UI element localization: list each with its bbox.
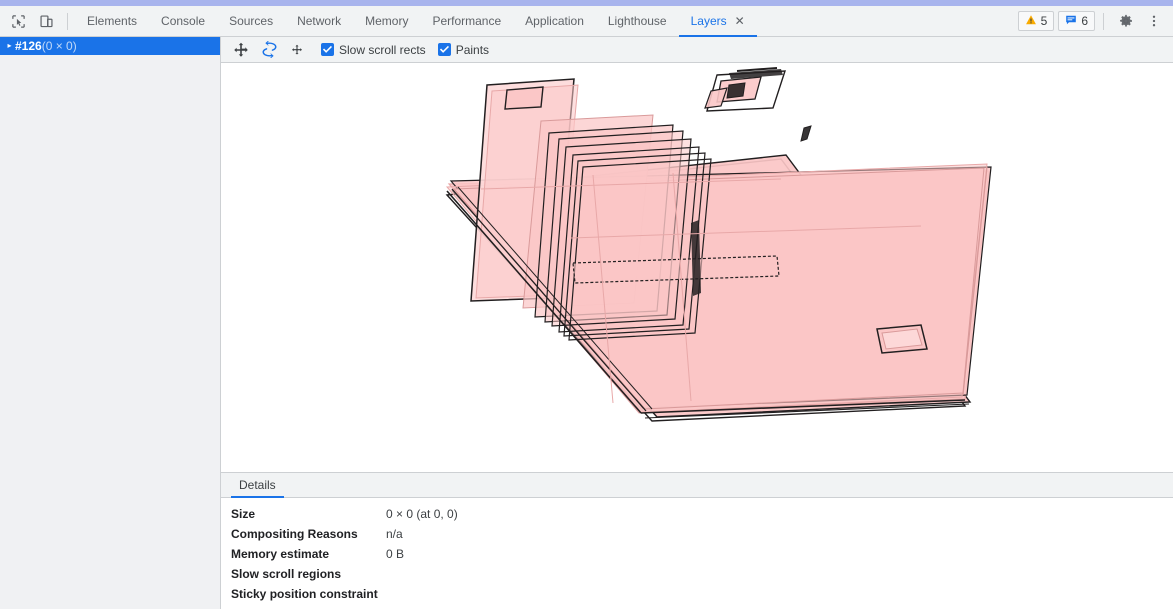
- checkbox-checked-icon[interactable]: [321, 43, 334, 56]
- tab-sources[interactable]: Sources: [217, 6, 285, 36]
- details-value: n/a: [386, 527, 403, 541]
- main-tabbar: Elements Console Sources Network Memory …: [0, 6, 1173, 37]
- details-row-size: Size 0 × 0 (at 0, 0): [231, 504, 1173, 524]
- kebab-menu-icon[interactable]: [1141, 9, 1167, 33]
- tab-label: Console: [161, 14, 206, 28]
- details-key: Size: [231, 507, 256, 521]
- checkbox-checked-icon[interactable]: [437, 43, 451, 56]
- tabbar-left-tools: [0, 6, 75, 36]
- details-body: Size 0 × 0 (at 0, 0) Compositing Reasons…: [221, 498, 1173, 609]
- details-tabbar: Details: [221, 473, 1173, 498]
- details-row-compositing-reasons: Compositing Reasons n/a: [231, 524, 1173, 544]
- panel-tabs: Elements Console Sources Network Memory …: [75, 6, 757, 37]
- move-arrows-icon[interactable]: [229, 39, 253, 61]
- close-icon[interactable]: ✕: [735, 15, 745, 27]
- warning-badge[interactable]: 5: [1017, 11, 1055, 31]
- tab-console[interactable]: Console: [149, 6, 217, 36]
- tabbar-right-tools: 5 6: [1017, 6, 1173, 36]
- rotate-3d-icon[interactable]: [257, 39, 281, 61]
- tab-lighthouse[interactable]: Lighthouse: [596, 6, 679, 36]
- details-tab-label: Details: [239, 478, 276, 492]
- layer-3d-canvas[interactable]: [221, 63, 1173, 472]
- layer-tree-item-dimension: (0 × 0): [41, 39, 77, 53]
- warning-triangle-icon: [1025, 14, 1037, 29]
- tab-label: Sources: [229, 14, 274, 28]
- layer-tree-sidebar[interactable]: ▸ #126 (0 × 0): [0, 37, 221, 609]
- tab-label: Network: [297, 14, 342, 28]
- tab-application[interactable]: Application: [513, 6, 596, 36]
- layers-toolbar: Slow scroll rects Paints: [221, 37, 1173, 63]
- tab-label: Lighthouse: [607, 14, 667, 28]
- details-key: Sticky position constraint: [231, 587, 378, 601]
- layer-tree-item-label: #126: [15, 39, 42, 53]
- tab-layers[interactable]: Layers ✕: [678, 6, 757, 37]
- warning-count: 5: [1040, 14, 1048, 28]
- layers-content: Slow scroll rects Paints Details Size 0 …: [221, 37, 1173, 609]
- toolbar-divider-right: [1103, 12, 1104, 30]
- tab-performance[interactable]: Performance: [420, 6, 513, 36]
- details-key: Memory estimate: [231, 547, 330, 561]
- tab-label: Layers: [690, 14, 727, 28]
- message-count: 6: [1081, 14, 1088, 28]
- details-value: 0 B: [386, 547, 405, 561]
- devtools-body: ▸ #126 (0 × 0) Slow scroll rects Paints …: [0, 37, 1173, 609]
- slow-scroll-rects-label: Slow scroll rects: [339, 42, 426, 57]
- details-row-sticky-position-constraint: Sticky position constraint: [231, 584, 1173, 604]
- details-row-memory-estimate: Memory estimate 0 B: [231, 544, 1173, 564]
- details-key: Compositing Reasons: [231, 527, 358, 541]
- tab-label: Performance: [432, 14, 502, 28]
- tab-details[interactable]: Details: [231, 473, 284, 498]
- tab-label: Elements: [87, 14, 138, 28]
- tab-elements[interactable]: Elements: [75, 6, 149, 36]
- message-badge[interactable]: 6: [1058, 11, 1095, 31]
- slow-scroll-rects-checkbox[interactable]: Slow scroll rects: [321, 43, 426, 57]
- inspect-cursor-icon[interactable]: [5, 9, 31, 33]
- layer-stack-graphic[interactable]: [221, 63, 1173, 472]
- details-panel: Details Size 0 × 0 (at 0, 0) Compositing…: [221, 472, 1173, 609]
- details-key: Slow scroll regions: [231, 567, 342, 581]
- gear-icon[interactable]: [1113, 9, 1139, 33]
- center-transform-icon[interactable]: [285, 39, 309, 61]
- paints-checkbox[interactable]: Paints: [437, 42, 490, 57]
- tab-memory[interactable]: Memory: [353, 6, 420, 36]
- details-row-slow-scroll-regions: Slow scroll regions: [231, 564, 1173, 584]
- chevron-right-icon[interactable]: ▸: [4, 42, 15, 50]
- tab-label: Application: [525, 14, 584, 28]
- layer-tree-item[interactable]: ▸ #126 (0 × 0): [0, 37, 220, 55]
- message-bubble-icon: [1065, 14, 1077, 29]
- devtools-window: Elements Console Sources Network Memory …: [0, 0, 1173, 609]
- device-toolbar-icon[interactable]: [33, 9, 59, 33]
- tab-label: Memory: [365, 14, 409, 28]
- toolbar-divider: [67, 12, 68, 30]
- paints-label: Paints: [455, 42, 490, 57]
- details-value: 0 × 0 (at 0, 0): [386, 507, 458, 521]
- tab-network[interactable]: Network: [285, 6, 353, 36]
